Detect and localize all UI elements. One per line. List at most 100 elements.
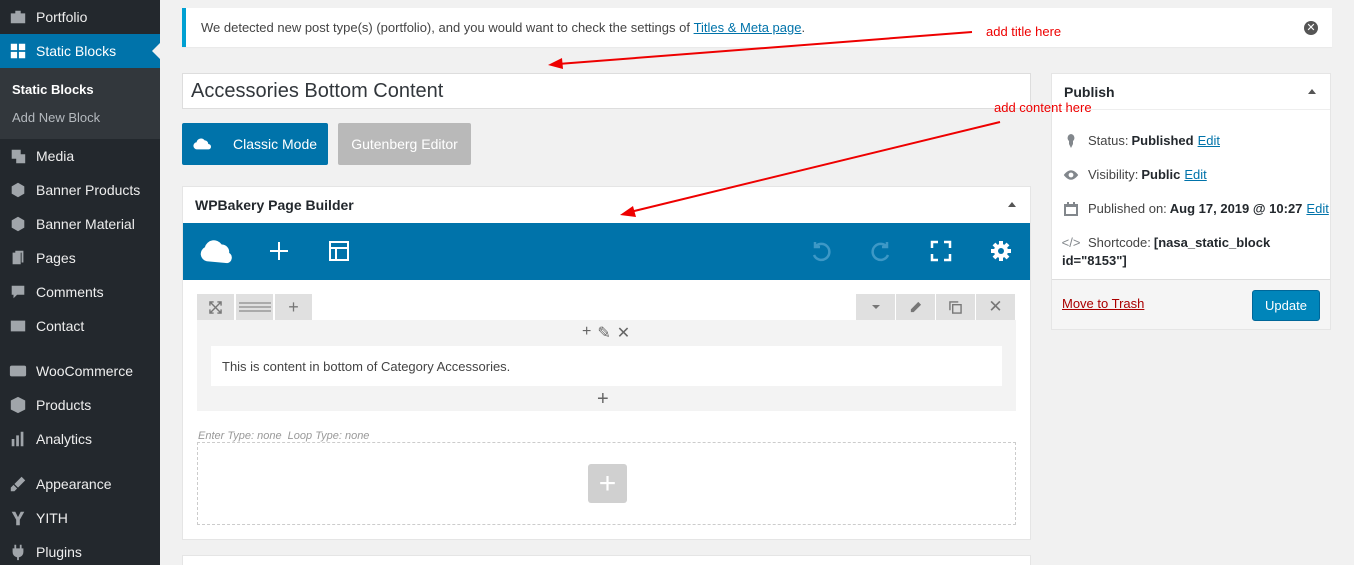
add-new-element-plus-icon[interactable]: + — [588, 464, 627, 503]
published-label: Published on: — [1088, 201, 1167, 216]
code-icon: </> — [1061, 235, 1081, 250]
shortcode-value: [nasa_static_block — [1153, 235, 1271, 250]
text-block-element[interactable]: This is content in bottom of Category Ac… — [211, 346, 1002, 386]
visibility-edit-link[interactable]: Edit — [1184, 167, 1206, 182]
submenu-item-add-new-block[interactable]: Add New Block — [12, 110, 100, 125]
fullscreen-icon[interactable] — [927, 237, 955, 265]
sidebar-item-label: Media — [36, 148, 75, 164]
visibility-label: Visibility: — [1088, 167, 1139, 182]
sidebar-item-banner-material[interactable]: Banner Material — [0, 207, 160, 241]
add-icon[interactable]: + — [582, 323, 591, 343]
next-metabox — [182, 555, 1031, 565]
wpbakery-toolbar — [183, 223, 1030, 280]
gutenberg-editor-button[interactable]: Gutenberg Editor — [338, 123, 471, 165]
wpbakery-title: WPBakery Page Builder — [195, 197, 354, 213]
move-row-icon[interactable] — [197, 294, 234, 320]
shortcode-label: Shortcode: — [1088, 235, 1151, 250]
pin-icon — [0, 215, 36, 233]
sidebar-item-yith[interactable]: YITH — [0, 501, 160, 535]
yith-icon — [0, 509, 36, 527]
sidebar-item-label: Products — [36, 397, 92, 413]
sidebar-item-label: Appearance — [36, 476, 112, 492]
redo-icon[interactable] — [867, 237, 895, 265]
portfolio-icon — [0, 8, 36, 26]
row-controls-right: ✕ — [856, 294, 1016, 320]
templates-icon[interactable] — [325, 237, 353, 265]
sidebar-item-label: Banner Material — [36, 216, 135, 232]
publish-box: Publish Status: Published Edit Visibilit… — [1051, 73, 1331, 330]
classic-mode-button[interactable]: Classic Mode — [182, 123, 328, 165]
close-icon[interactable]: ✕ — [1304, 21, 1318, 35]
row-layout-icon[interactable] — [236, 294, 273, 320]
sidebar-item-label: Comments — [36, 284, 104, 300]
sidebar-item-portfolio[interactable]: Portfolio — [0, 0, 160, 34]
column-controls: + ✎ ✕ — [579, 323, 633, 343]
status-edit-link[interactable]: Edit — [1198, 133, 1220, 148]
sidebar-item-woocommerce[interactable]: WooCommerce — [0, 354, 160, 388]
wpbakery-logo-icon[interactable] — [197, 237, 237, 265]
products-icon — [0, 396, 36, 414]
delete-row-close-icon[interactable]: ✕ — [976, 294, 1015, 320]
post-title-input[interactable]: Accessories Bottom Content — [182, 73, 1031, 109]
visibility-value: Public — [1141, 167, 1181, 182]
published-on-row: Published on: Aug 17, 2019 @ 10:27 Edit — [1062, 201, 1329, 217]
clone-row-icon[interactable] — [936, 294, 975, 320]
brush-icon — [0, 475, 36, 493]
sidebar-item-appearance[interactable]: Appearance — [0, 467, 160, 501]
published-value: Aug 17, 2019 @ 10:27 — [1169, 201, 1303, 216]
comments-icon — [0, 283, 36, 301]
sidebar-item-label: Static Blocks — [36, 43, 117, 59]
status-value: Published — [1131, 133, 1194, 148]
undo-icon[interactable] — [807, 237, 835, 265]
update-button[interactable]: Update — [1252, 290, 1320, 321]
sidebar-item-analytics[interactable]: Analytics — [0, 422, 160, 456]
eye-icon — [1062, 167, 1080, 183]
plugin-icon — [0, 543, 36, 561]
sidebar-item-contact[interactable]: Contact — [0, 309, 160, 343]
add-element-plus-icon[interactable]: + — [597, 388, 609, 411]
sidebar-item-label: Analytics — [36, 431, 93, 447]
arrowhead-title — [548, 58, 563, 69]
analytics-icon — [0, 430, 36, 448]
add-element-icon[interactable] — [265, 237, 293, 265]
status-label: Status: — [1088, 133, 1129, 148]
collapse-arrow-icon[interactable] — [1008, 202, 1016, 207]
sidebar-item-label: WooCommerce — [36, 363, 133, 379]
sidebar-item-label: YITH — [36, 510, 68, 526]
admin-notice: We detected new post type(s) (portfolio)… — [182, 8, 1332, 47]
settings-gear-icon[interactable] — [987, 237, 1015, 265]
submenu-item-static-blocks[interactable]: Static Blocks — [12, 82, 94, 97]
sidebar-item-static-blocks[interactable]: Static Blocks — [0, 34, 160, 68]
sidebar-item-products[interactable]: Products — [0, 388, 160, 422]
sidebar-item-comments[interactable]: Comments — [0, 275, 160, 309]
sidebar-item-media[interactable]: Media — [0, 139, 160, 173]
move-to-trash-link[interactable]: Move to Trash — [1062, 296, 1144, 311]
published-edit-link[interactable]: Edit — [1306, 201, 1328, 216]
publish-footer: Move to Trash Update — [1052, 279, 1330, 329]
admin-sidebar: Portfolio Static Blocks Static Blocks Ad… — [0, 0, 160, 565]
edit-row-pencil-icon[interactable] — [896, 294, 935, 320]
sidebar-item-label: Plugins — [36, 544, 82, 560]
row-content: + ✎ ✕ This is content in bottom of Categ… — [197, 320, 1016, 411]
chevron-down-icon[interactable] — [856, 294, 895, 320]
sidebar-item-banner-products[interactable]: Banner Products — [0, 173, 160, 207]
sidebar-item-pages[interactable]: Pages — [0, 241, 160, 275]
visibility-row: Visibility: Public Edit — [1062, 167, 1207, 183]
meta-line: Enter Type: none Loop Type: none — [198, 430, 370, 442]
pencil-icon[interactable]: ✎ — [597, 323, 610, 343]
add-column-icon[interactable]: + — [275, 294, 312, 320]
pages-icon — [0, 249, 36, 267]
calendar-icon — [1062, 201, 1080, 217]
pin-icon — [0, 181, 36, 199]
titles-meta-link[interactable]: Titles & Meta page — [694, 20, 802, 35]
shortcode-row-cont: id="8153"] — [1062, 253, 1127, 268]
notice-text: We detected new post type(s) (portfolio)… — [201, 20, 694, 35]
sidebar-item-plugins[interactable]: Plugins — [0, 535, 160, 565]
collapse-arrow-icon[interactable] — [1308, 89, 1316, 94]
cloud-icon — [193, 138, 211, 150]
classic-mode-label: Classic Mode — [232, 136, 318, 152]
annotation-title-note: add title here — [986, 24, 1062, 39]
annotation-content-note: add content here — [994, 100, 1092, 115]
sidebar-item-label: Pages — [36, 250, 76, 266]
close-icon[interactable]: ✕ — [617, 323, 630, 343]
